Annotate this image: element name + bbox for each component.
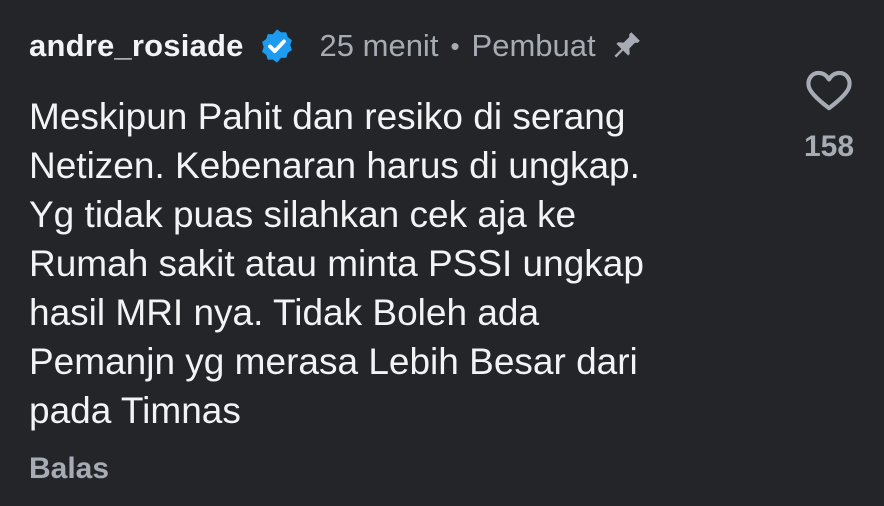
- creator-label: Pembuat: [471, 28, 596, 63]
- like-count: 158: [803, 130, 855, 163]
- reply-button[interactable]: Balas: [29, 452, 109, 486]
- heart-icon[interactable]: [804, 66, 854, 112]
- comment-item: andre_rosiade 25 menit • Pembuat Meskipu…: [0, 0, 884, 506]
- username[interactable]: andre_rosiade: [29, 28, 244, 64]
- comment-text: Meskipun Pahit dan resiko di serang Neti…: [29, 96, 644, 431]
- separator-dot: •: [450, 30, 460, 61]
- verified-badge-icon: [261, 29, 292, 63]
- comment-header: andre_rosiade 25 menit • Pembuat: [29, 24, 644, 68]
- like-button[interactable]: 158: [792, 66, 866, 164]
- timestamp: 25 menit: [319, 28, 439, 63]
- pin-icon: [614, 32, 640, 58]
